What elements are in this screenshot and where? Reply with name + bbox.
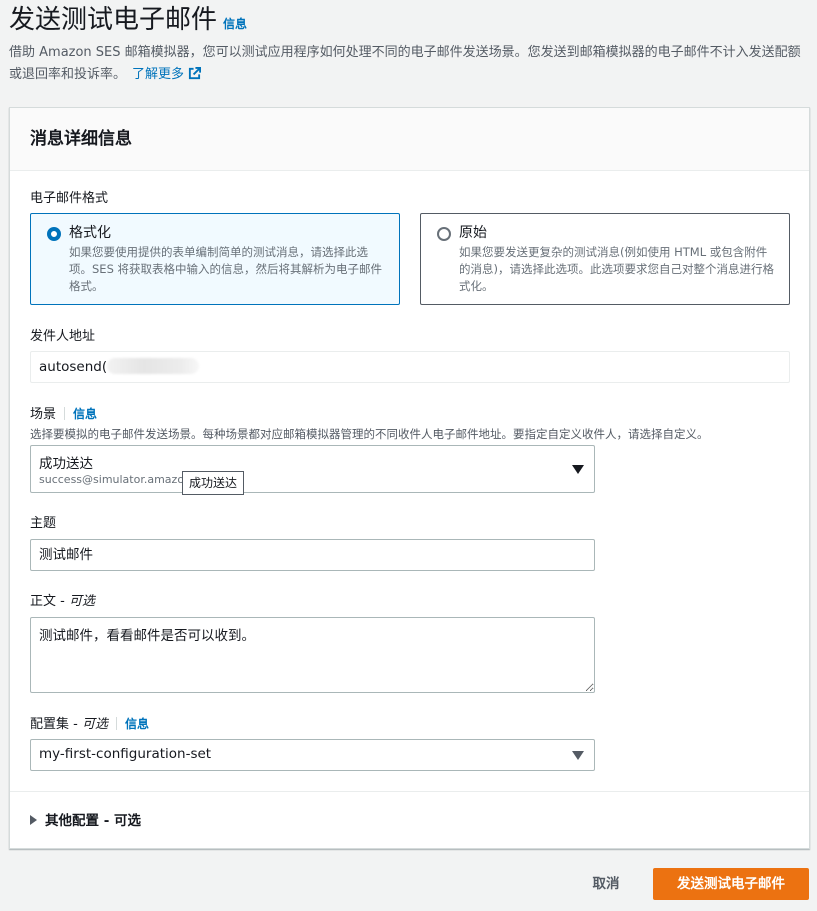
learn-more-link[interactable]: 了解更多 — [132, 67, 202, 82]
scenario-description: 选择要模拟的电子邮件发送场景。每种场景都对应邮箱模拟器管理的不同收件人电子邮件地… — [30, 427, 709, 441]
learn-more-label: 了解更多 — [132, 67, 185, 82]
format-option-raw-title: 原始 — [459, 225, 487, 241]
external-link-icon — [188, 67, 202, 80]
config-set-value: my-first-configuration-set — [39, 746, 212, 762]
panel-header: 消息详细信息 — [10, 108, 809, 171]
body-label-text: 正文 — [30, 594, 57, 609]
label-separator — [64, 407, 66, 420]
redacted-blur — [107, 358, 200, 374]
message-details-panel: 消息详细信息 电子邮件格式 格式化 如果您要使用提供的表单编制简单的测试消息，请… — [9, 107, 810, 849]
header-info-link[interactable]: 信息 — [223, 17, 247, 31]
page-title-text: 发送测试电子邮件 — [9, 5, 218, 35]
body-textarea[interactable] — [30, 617, 595, 693]
send-test-email-button[interactable]: 发送测试电子邮件 — [653, 868, 809, 900]
radio-selected-icon[interactable] — [47, 227, 61, 241]
subject-label: 主题 — [30, 516, 57, 531]
page-description: 借助 Amazon SES 邮箱模拟器，您可以测试应用程序如何处理不同的电子邮件… — [9, 42, 809, 86]
body-optional-text: 可选 — [68, 594, 95, 609]
scenario-label: 场景 信息 — [30, 404, 97, 425]
config-set-select[interactable]: my-first-configuration-set — [30, 739, 595, 771]
other-config-expander[interactable]: 其他配置 - 可选 — [30, 809, 141, 829]
format-option-formatted-title: 格式化 — [69, 225, 111, 241]
cancel-button[interactable]: 取消 — [577, 868, 635, 900]
scenario-label-text: 场景 — [30, 407, 57, 422]
caret-right-icon — [30, 815, 37, 825]
format-option-formatted[interactable]: 格式化 如果您要使用提供的表单编制简单的测试消息，请选择此选项。SES 将获取表… — [30, 213, 400, 305]
radio-unselected-icon[interactable] — [437, 227, 451, 241]
scenario-selected-email: success@simulator.amazon — [39, 473, 192, 486]
label-separator — [116, 717, 117, 730]
config-set-optional-text: 可选 — [81, 717, 108, 732]
scenario-selected-label: 成功送达 — [39, 456, 93, 472]
body-label: 正文 - 可选 — [30, 594, 95, 609]
from-address-value: autosend( — [39, 359, 108, 375]
caret-down-icon — [572, 465, 584, 474]
panel-title: 消息详细信息 — [30, 129, 132, 149]
other-config-label: 其他配置 - 可选 — [45, 813, 142, 829]
scenario-tooltip: 成功送达 — [182, 471, 245, 495]
config-set-info-link[interactable]: 信息 — [125, 717, 149, 731]
config-set-label-text: 配置集 — [30, 717, 70, 732]
page-title: 发送测试电子邮件 信息 — [9, 0, 247, 44]
page-description-text: 借助 Amazon SES 邮箱模拟器，您可以测试应用程序如何处理不同的电子邮件… — [9, 45, 801, 82]
subject-input[interactable]: 测试邮件 — [30, 539, 595, 571]
caret-down-icon — [572, 751, 584, 760]
config-set-label: 配置集 - 可选 信息 — [30, 717, 150, 732]
from-address-field[interactable]: autosend( — [30, 351, 790, 383]
format-option-raw-desc: 如果您要发送更复杂的测试消息(例如使用 HTML 或包含附件的消息)，请选择此选… — [459, 245, 774, 293]
scenario-info-link[interactable]: 信息 — [73, 407, 97, 421]
format-option-formatted-desc: 如果您要使用提供的表单编制简单的测试消息，请选择此选项。SES 将获取表格中输入… — [69, 245, 383, 293]
from-address-label: 发件人地址 — [30, 329, 96, 344]
email-format-label: 电子邮件格式 — [30, 191, 109, 206]
format-option-raw[interactable]: 原始 如果您要发送更复杂的测试消息(例如使用 HTML 或包含附件的消息)，请选… — [420, 213, 790, 305]
section-divider — [10, 791, 809, 792]
scenario-select[interactable]: 成功送达 success@simulator.amazon — [30, 445, 595, 493]
